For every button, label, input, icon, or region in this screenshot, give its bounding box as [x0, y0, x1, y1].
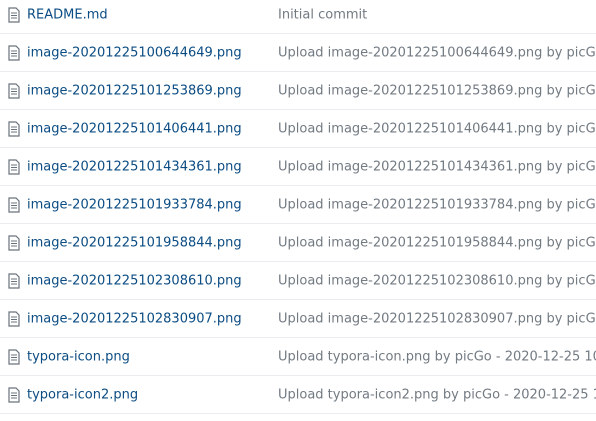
file-text-icon — [8, 272, 20, 289]
commit-message-link[interactable]: Initial commit — [278, 7, 367, 22]
file-row: image-20201225102830907.png Upload image… — [0, 300, 596, 338]
file-name-link[interactable]: image-20201225101958844.png — [27, 235, 242, 250]
file-row: image-20201225101958844.png Upload image… — [0, 224, 596, 262]
commit-message-link[interactable]: Upload typora-icon2.png by picGo - 2020-… — [278, 387, 596, 402]
file-row: README.md Initial commit — [0, 0, 596, 34]
file-row: typora-icon2.png Upload typora-icon2.png… — [0, 376, 596, 414]
commit-message-link[interactable]: Upload image-20201225101933784.png by pi… — [278, 197, 596, 212]
file-text-icon — [8, 234, 20, 251]
file-text-icon — [8, 6, 20, 23]
file-text-icon — [8, 196, 20, 213]
file-name-link[interactable]: image-20201225101933784.png — [27, 197, 242, 212]
file-text-icon — [8, 44, 20, 61]
file-row: image-20201225100644649.png Upload image… — [0, 34, 596, 72]
file-text-icon — [8, 120, 20, 137]
file-name-link[interactable]: image-20201225100644649.png — [27, 45, 242, 60]
commit-message-link[interactable]: Upload image-20201225101434361.png by pi… — [278, 159, 596, 174]
commit-message-link[interactable]: Upload image-20201225102308610.png by pi… — [278, 273, 596, 288]
file-row: typora-icon.png Upload typora-icon.png b… — [0, 338, 596, 376]
file-name-link[interactable]: typora-icon2.png — [27, 387, 138, 402]
commit-message-link[interactable]: Upload image-20201225102830907.png by pi… — [278, 311, 596, 326]
file-name-link[interactable]: image-20201225101253869.png — [27, 83, 242, 98]
file-text-icon — [8, 386, 20, 403]
file-text-icon — [8, 158, 20, 175]
file-row: image-20201225101406441.png Upload image… — [0, 110, 596, 148]
commit-message-link[interactable]: Upload typora-icon.png by picGo - 2020-1… — [278, 349, 596, 364]
file-name-link[interactable]: image-20201225101406441.png — [27, 121, 242, 136]
file-list: README.md Initial commit image-202012251… — [0, 0, 596, 414]
file-text-icon — [8, 82, 20, 99]
file-name-link[interactable]: README.md — [27, 7, 108, 22]
file-name-link[interactable]: image-20201225101434361.png — [27, 159, 242, 174]
file-text-icon — [8, 310, 20, 327]
commit-message-link[interactable]: Upload image-20201225100644649.png by pi… — [278, 45, 596, 60]
file-row: image-20201225101253869.png Upload image… — [0, 72, 596, 110]
file-name-link[interactable]: image-20201225102830907.png — [27, 311, 242, 326]
file-row: image-20201225101434361.png Upload image… — [0, 148, 596, 186]
commit-message-link[interactable]: Upload image-20201225101958844.png by pi… — [278, 235, 596, 250]
file-row: image-20201225101933784.png Upload image… — [0, 186, 596, 224]
file-row: image-20201225102308610.png Upload image… — [0, 262, 596, 300]
commit-message-link[interactable]: Upload image-20201225101406441.png by pi… — [278, 121, 596, 136]
file-name-link[interactable]: typora-icon.png — [27, 349, 130, 364]
commit-message-link[interactable]: Upload image-20201225101253869.png by pi… — [278, 83, 596, 98]
file-name-link[interactable]: image-20201225102308610.png — [27, 273, 242, 288]
file-text-icon — [8, 348, 20, 365]
